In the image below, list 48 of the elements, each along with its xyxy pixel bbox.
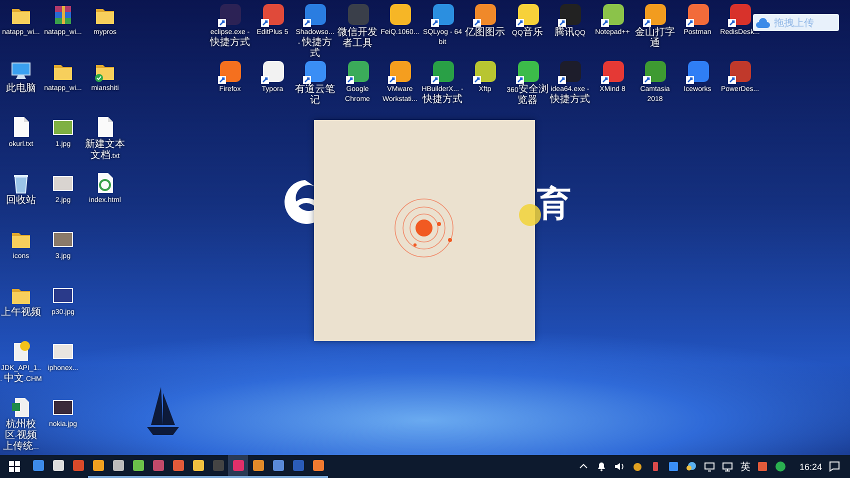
icon-label[interactable]: 金山打字通 (634, 28, 676, 50)
app-icon[interactable] (516, 3, 540, 27)
app-icon[interactable] (303, 60, 327, 84)
app-icon[interactable] (558, 60, 582, 84)
app-icon[interactable] (430, 3, 454, 27)
input-method-indicator[interactable]: 英 (740, 460, 750, 474)
app-icon[interactable] (600, 3, 624, 27)
tray-app-icon[interactable] (668, 461, 680, 472)
tray-app-icon[interactable] (632, 461, 644, 472)
icon-label[interactable]: 微信开发者工具 (336, 28, 378, 50)
app-icon[interactable] (346, 60, 370, 84)
icon-label[interactable]: 亿图图示 (464, 28, 506, 39)
app-icon[interactable] (473, 3, 497, 27)
tray-app-icon[interactable] (757, 461, 768, 472)
app-icon[interactable] (260, 3, 284, 27)
app-icon[interactable] (600, 60, 624, 84)
icon-label[interactable]: 上午视频 (0, 308, 42, 319)
app-icon[interactable] (388, 60, 412, 84)
tray-app-icon[interactable] (686, 461, 698, 472)
app-icon[interactable] (643, 60, 667, 84)
app-icon[interactable] (516, 60, 540, 84)
app-icon[interactable] (473, 60, 497, 84)
icon-label[interactable]: 有道云笔记 (294, 85, 336, 107)
app-icon[interactable] (686, 3, 710, 27)
tray-app-icon[interactable] (775, 461, 786, 472)
app-icon[interactable] (218, 60, 242, 84)
app-icon[interactable] (430, 60, 454, 84)
windows-logo-icon (8, 461, 20, 472)
app-icon[interactable] (686, 60, 710, 84)
network-icon[interactable] (722, 461, 734, 472)
icon-label[interactable]: 回收站 (0, 196, 42, 207)
app-icon[interactable] (643, 3, 667, 27)
icon-label[interactable]: 此电脑 (0, 84, 42, 95)
app-icon[interactable] (303, 3, 327, 27)
logo-text: 育 (537, 184, 571, 224)
monitor-icon[interactable] (704, 461, 716, 472)
app-icon[interactable] (558, 3, 582, 27)
notification-icon[interactable] (829, 461, 840, 472)
bell-icon[interactable] (596, 461, 608, 472)
speaker-icon[interactable] (614, 461, 626, 472)
app-icon[interactable] (728, 3, 752, 27)
orbit-drawing (392, 196, 456, 260)
app-icon[interactable] (218, 3, 242, 27)
app-icon[interactable] (388, 3, 412, 27)
cloud-icon (756, 18, 770, 28)
app-icon[interactable] (728, 60, 752, 84)
clock-time[interactable]: 16:24 (799, 462, 822, 472)
app-icon[interactable] (260, 60, 284, 84)
